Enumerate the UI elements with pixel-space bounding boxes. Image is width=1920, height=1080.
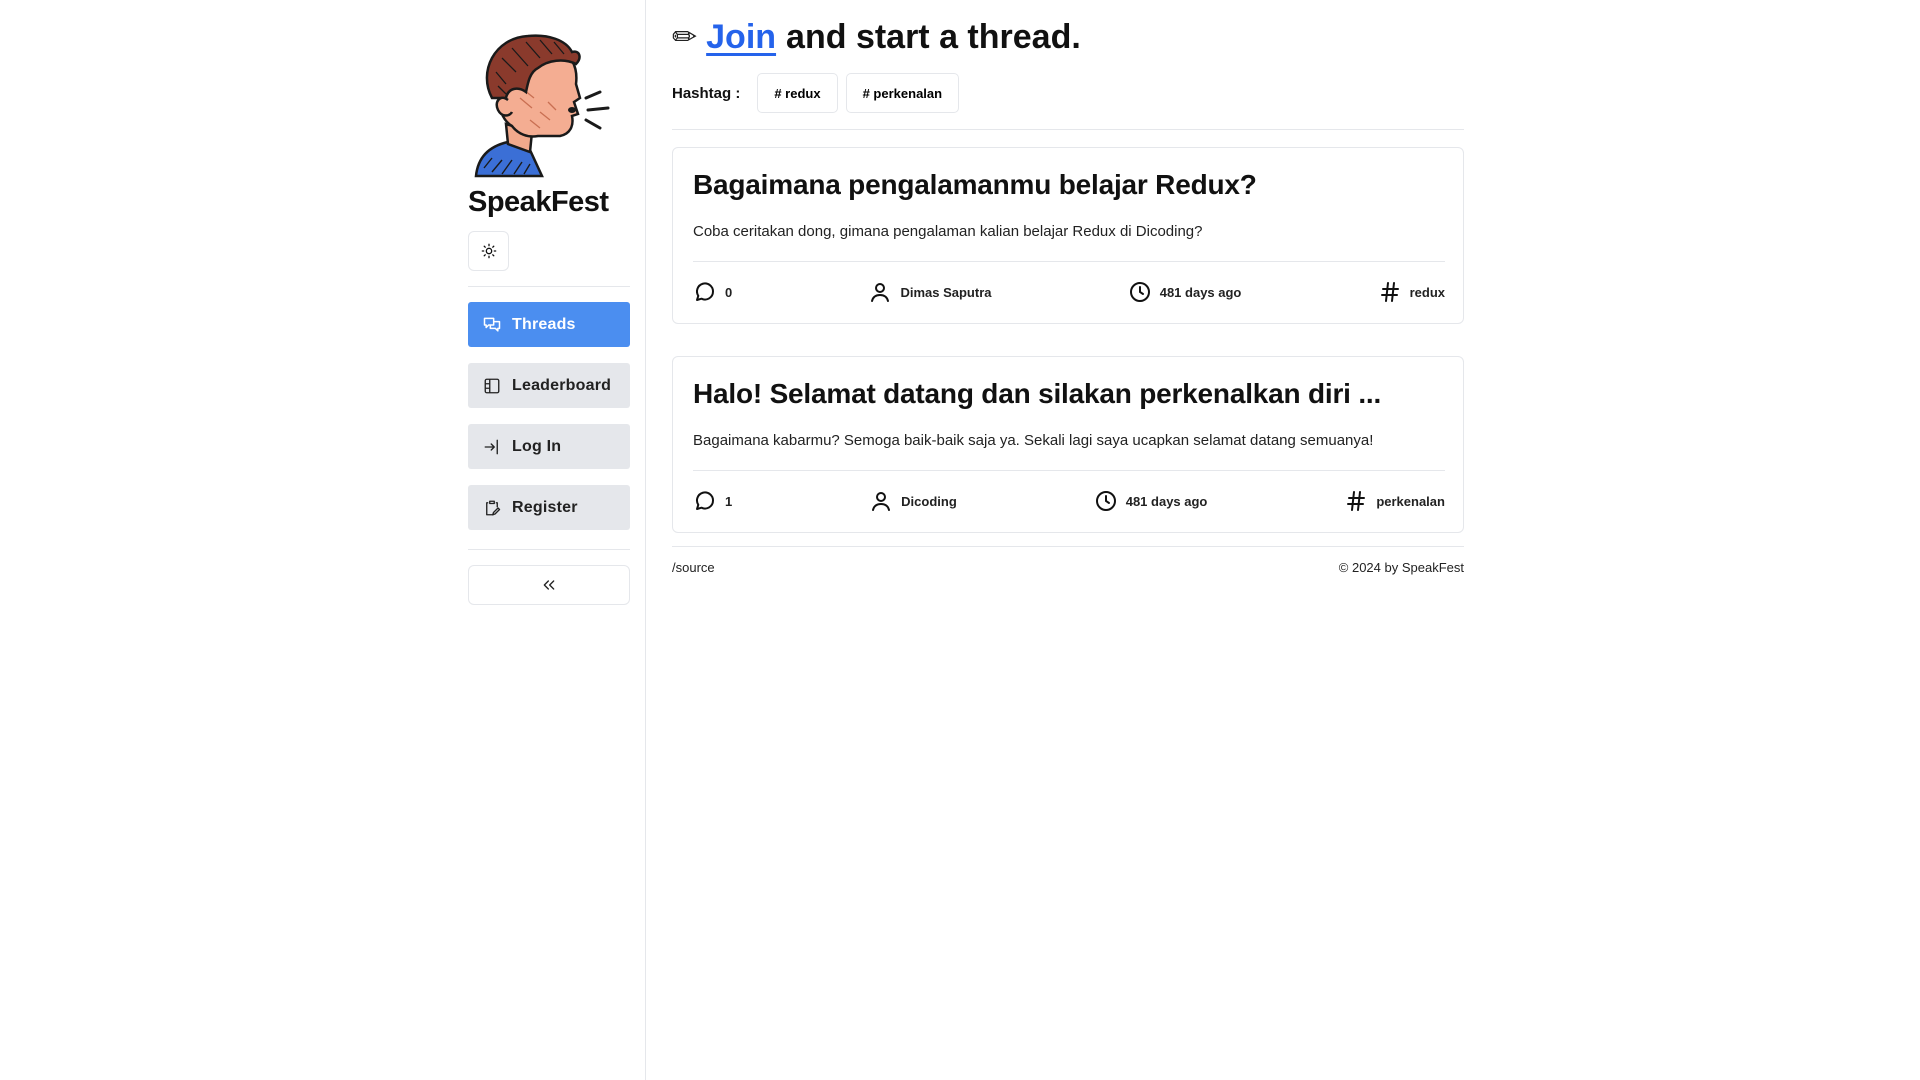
collapse-sidebar-button[interactable] xyxy=(468,565,630,605)
thread-category[interactable]: redux xyxy=(1378,280,1445,304)
card-divider xyxy=(693,261,1445,262)
page-heading: ✏ Join and start a thread. xyxy=(672,12,1081,62)
thread-title[interactable]: Bagaimana pengalamanmu belajar Redux? xyxy=(693,169,1445,201)
sidebar-item-label: Leaderboard xyxy=(512,376,612,394)
thread-card: Halo! Selamat datang dan silakan perkena… xyxy=(672,356,1464,533)
comment-count-value: 1 xyxy=(725,493,733,509)
thread-meta: 1 Dicoding 481 days ago perkenalan xyxy=(693,486,1445,516)
thread-time: 481 days ago xyxy=(1094,489,1208,513)
user-icon xyxy=(871,283,890,302)
sidebar-divider xyxy=(468,549,630,550)
thread-time: 481 days ago xyxy=(1128,280,1242,304)
footer-divider xyxy=(672,546,1464,547)
clock-icon xyxy=(1095,491,1116,511)
sidebar-item-label: Log In xyxy=(512,437,562,455)
comment-count: 0 xyxy=(693,280,732,304)
thread-body: Coba ceritakan dong, gimana pengalaman k… xyxy=(693,223,1203,240)
comment-count-value: 0 xyxy=(725,284,733,300)
card-divider xyxy=(693,470,1445,471)
thread-author: Dicoding xyxy=(869,489,957,513)
threads-icon xyxy=(482,315,502,335)
sidebar: SpeakFest Threads Leaderboard Log In Reg… xyxy=(0,0,646,1080)
thread-card: Bagaimana pengalamanmu belajar Redux? Co… xyxy=(672,147,1464,324)
sidebar-item-leaderboard[interactable]: Leaderboard xyxy=(468,363,630,408)
hash-icon xyxy=(1380,282,1399,302)
thread-author: Dimas Saputra xyxy=(868,280,992,304)
sun-icon xyxy=(481,243,496,259)
speakfest-logo xyxy=(468,28,618,178)
time-ago: 481 days ago xyxy=(1159,284,1242,300)
author-name: Dimas Saputra xyxy=(900,284,992,300)
hashtag-filter-bar: Hashtag : # redux # perkenalan xyxy=(672,73,967,113)
footer: /source © 2024 by SpeakFest xyxy=(672,560,1464,575)
register-icon xyxy=(482,498,502,518)
category-label: perkenalan xyxy=(1376,493,1445,509)
comment-count: 1 xyxy=(693,489,732,513)
hashtag-label: Hashtag : xyxy=(672,84,741,102)
sidebar-item-label: Register xyxy=(512,498,578,516)
comment-bubble-icon xyxy=(696,282,715,301)
author-name: Dicoding xyxy=(901,493,957,509)
thread-title[interactable]: Halo! Selamat datang dan silakan perkena… xyxy=(693,378,1445,410)
hash-icon xyxy=(1347,491,1366,511)
category-label: redux xyxy=(1409,284,1445,300)
hashtag-button-perkenalan[interactable]: # perkenalan xyxy=(845,73,960,113)
double-chevron-left-icon xyxy=(543,580,555,590)
thread-body: Bagaimana kabarmu? Semoga baik-baik saja… xyxy=(693,432,1374,449)
thread-category[interactable]: perkenalan xyxy=(1344,489,1445,513)
sidebar-item-register[interactable]: Register xyxy=(468,485,630,530)
thread-meta: 0 Dimas Saputra 481 days ago redux xyxy=(693,277,1445,307)
sidebar-divider xyxy=(468,286,630,287)
copyright-text: © 2024 by SpeakFest xyxy=(1338,560,1464,575)
sidebar-item-label: Threads xyxy=(512,315,576,333)
main-divider xyxy=(672,129,1464,130)
speaking-man-logo-icon xyxy=(474,34,610,178)
theme-toggle-button[interactable] xyxy=(468,231,509,271)
login-icon xyxy=(482,437,502,457)
sidebar-item-threads[interactable]: Threads xyxy=(468,302,630,347)
user-icon xyxy=(872,492,891,511)
comment-bubble-icon xyxy=(696,491,715,510)
brand-title: SpeakFest xyxy=(468,186,609,218)
heading-text: and start a thread. xyxy=(786,17,1081,56)
leaderboard-icon xyxy=(482,376,502,396)
hashtag-button-redux[interactable]: # redux xyxy=(757,73,838,113)
sidebar-item-login[interactable]: Log In xyxy=(468,424,630,469)
clock-icon xyxy=(1129,282,1150,302)
source-link[interactable]: /source xyxy=(672,560,715,575)
join-link[interactable]: Join xyxy=(706,18,776,57)
pencil-icon: ✏ xyxy=(672,20,698,54)
time-ago: 481 days ago xyxy=(1125,493,1208,509)
